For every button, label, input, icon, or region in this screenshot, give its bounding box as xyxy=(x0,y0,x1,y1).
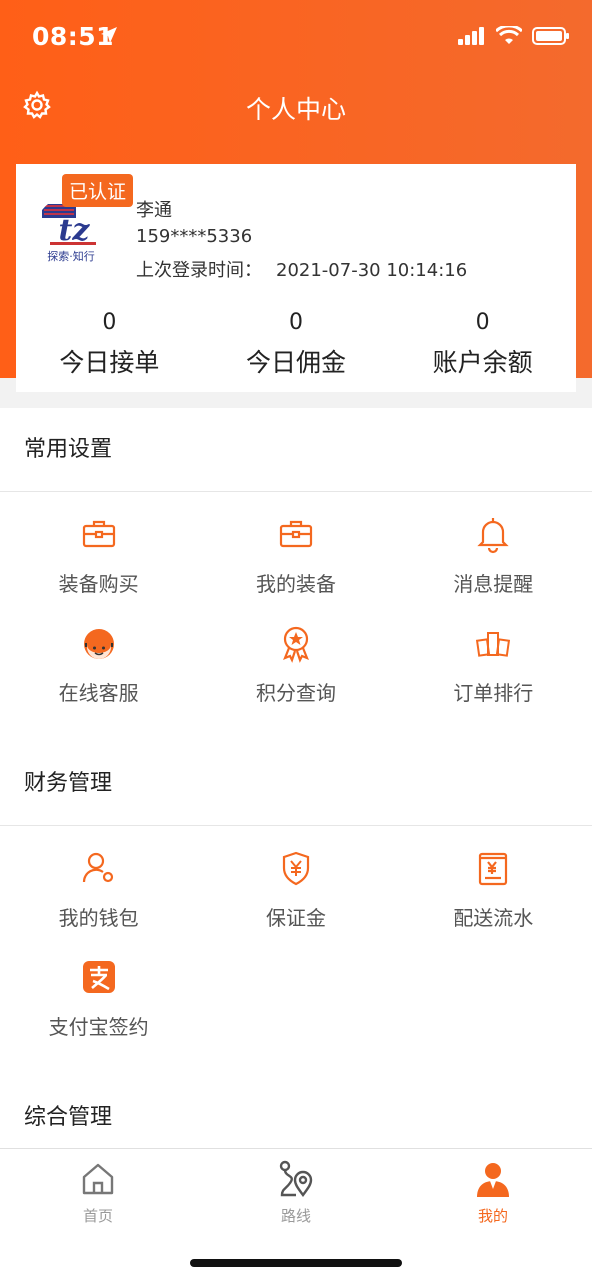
menu-online-service[interactable]: 在线客服 xyxy=(0,623,197,731)
tab-label: 首页 xyxy=(82,1207,113,1225)
stat-account-balance[interactable]: 0 账户余额 xyxy=(389,310,576,379)
last-login-value: 2021-07-30 10:14:16 xyxy=(276,260,468,281)
section-common-settings: 常用设置 装备购买 我的装备 消息提醒 在线客服 积分查询 订单排行 xyxy=(0,408,592,742)
customer-service-icon xyxy=(83,629,114,659)
home-icon xyxy=(82,1163,114,1195)
tab-label: 路线 xyxy=(280,1207,311,1225)
section-general: 综合管理 xyxy=(0,1076,592,1148)
stat-label: 账户余额 xyxy=(432,348,533,377)
stat-value: 0 xyxy=(475,310,490,335)
menu-label: 我的钱包 xyxy=(58,906,139,930)
menu-alipay-contract[interactable]: 支付宝签约 xyxy=(0,957,197,1065)
stat-value: 0 xyxy=(102,310,117,335)
status-bar: 08:51 xyxy=(0,0,592,72)
menu-message-reminder[interactable]: 消息提醒 xyxy=(395,514,592,622)
menu-equipment-purchase[interactable]: 装备购买 xyxy=(0,514,197,622)
user-gear-icon xyxy=(82,852,113,883)
wifi-icon xyxy=(496,26,522,44)
menu-my-wallet[interactable]: 我的钱包 xyxy=(0,848,197,956)
user-name: 李通 xyxy=(136,200,172,221)
page-title: 个人中心 xyxy=(245,95,346,124)
briefcase-icon xyxy=(279,520,313,548)
menu-my-equipment[interactable]: 我的装备 xyxy=(197,514,394,622)
profile-card[interactable]: tz 探索·知行 已认证 李通 159****5336 上次登录时间： 2021-… xyxy=(16,164,576,392)
stat-today-orders[interactable]: 0 今日接单 xyxy=(16,310,203,379)
menu-label: 支付宝签约 xyxy=(48,1015,149,1039)
profile-icon xyxy=(477,1163,509,1197)
stat-label: 今日接单 xyxy=(59,348,160,377)
menu-label: 保证金 xyxy=(265,906,326,930)
svg-text:探索·知行: 探索·知行 xyxy=(47,249,95,263)
menu-label: 我的装备 xyxy=(255,572,336,596)
tab-home[interactable]: 首页 xyxy=(38,1159,158,1226)
tab-profile[interactable]: 我的 xyxy=(433,1159,553,1226)
route-icon xyxy=(279,1160,313,1198)
menu-points-query[interactable]: 积分查询 xyxy=(197,623,394,731)
menu-order-ranking[interactable]: 订单排行 xyxy=(395,623,592,731)
menu-delivery-flow[interactable]: 配送流水 xyxy=(395,848,592,956)
verified-badge: 已认证 xyxy=(62,174,134,207)
battery-icon xyxy=(532,27,569,45)
yuan-shield-icon xyxy=(282,851,310,886)
tab-label: 我的 xyxy=(477,1207,508,1225)
last-login: 上次登录时间： 2021-07-30 10:14:16 xyxy=(136,256,467,282)
last-login-label: 上次登录时间： xyxy=(136,260,262,281)
stats-row: 0 今日接单 0 今日佣金 0 账户余额 xyxy=(16,310,576,379)
menu-label: 配送流水 xyxy=(453,906,534,930)
briefcase-icon xyxy=(82,520,115,548)
menu-label: 积分查询 xyxy=(255,681,336,705)
menu-label: 消息提醒 xyxy=(453,572,534,596)
bell-icon xyxy=(477,518,509,554)
stat-label: 今日佣金 xyxy=(246,348,347,377)
nav-bar: 个人中心 xyxy=(0,76,592,136)
stat-today-commission[interactable]: 0 今日佣金 xyxy=(203,310,390,379)
section-title: 常用设置 xyxy=(0,408,592,492)
company-logo: tz 探索·知行 xyxy=(42,204,96,263)
section-finance: 财务管理 我的钱包 保证金 配送流水 支付宝签约 xyxy=(0,742,592,1076)
location-arrow-icon xyxy=(101,27,117,43)
stat-value: 0 xyxy=(289,310,303,335)
signal-icon xyxy=(458,27,484,45)
medal-icon xyxy=(283,626,309,663)
receipt-icon xyxy=(479,852,508,886)
avatar[interactable]: tz 探索·知行 xyxy=(34,196,108,270)
menu-label: 订单排行 xyxy=(453,681,534,705)
section-title: 财务管理 xyxy=(0,742,592,826)
menu-label: 在线客服 xyxy=(58,681,139,705)
menu-label: 装备购买 xyxy=(58,572,139,596)
menu-deposit[interactable]: 保证金 xyxy=(197,848,394,956)
user-phone: 159****5336 xyxy=(136,226,253,247)
tab-route[interactable]: 路线 xyxy=(236,1159,356,1226)
ranking-icon xyxy=(476,632,511,657)
alipay-icon xyxy=(82,961,115,993)
home-indicator xyxy=(190,1259,402,1267)
